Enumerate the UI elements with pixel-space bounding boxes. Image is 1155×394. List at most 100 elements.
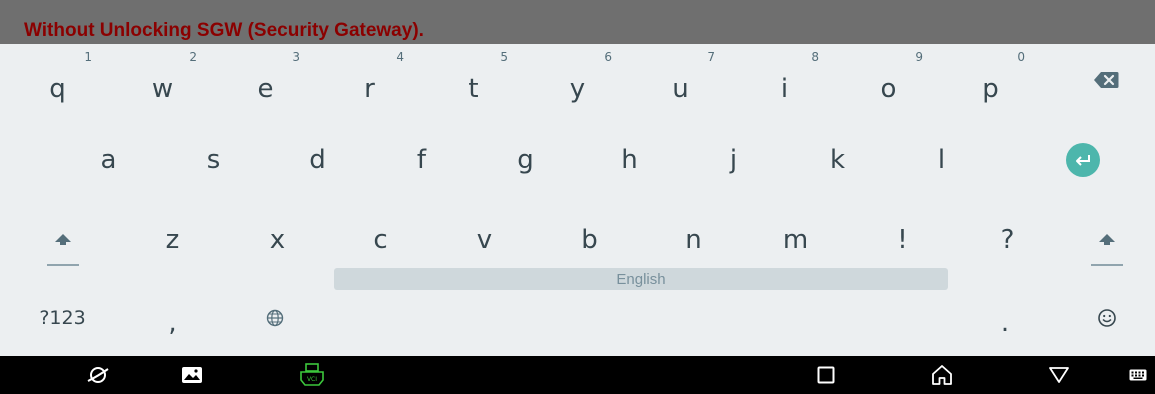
back-button[interactable] bbox=[1039, 356, 1079, 394]
key-r[interactable]: 4r bbox=[317, 44, 422, 120]
keyboard-switch-button[interactable] bbox=[1123, 356, 1153, 394]
key-label: k bbox=[829, 145, 846, 175]
key-label: v bbox=[476, 225, 493, 255]
key-k[interactable]: k bbox=[785, 120, 890, 200]
key-label: t bbox=[468, 74, 479, 104]
key-label: n bbox=[685, 225, 702, 255]
key-a[interactable]: a bbox=[56, 120, 161, 200]
key-u[interactable]: 7u bbox=[628, 44, 733, 120]
gallery-button[interactable] bbox=[172, 356, 212, 394]
key-hint: 4 bbox=[396, 50, 404, 64]
vci-label: VCI bbox=[307, 376, 317, 383]
vci-button[interactable]: VCI bbox=[292, 356, 332, 394]
key-label: m bbox=[782, 225, 809, 255]
key-e[interactable]: 3e bbox=[213, 44, 318, 120]
key-hint: 0 bbox=[1017, 50, 1025, 64]
key-label: . bbox=[1000, 308, 1010, 338]
key-label: c bbox=[373, 225, 388, 255]
key-t[interactable]: 5t bbox=[421, 44, 526, 120]
key-label: i bbox=[780, 74, 789, 104]
key-question[interactable]: ? bbox=[955, 200, 1060, 280]
shift-indicator bbox=[1090, 264, 1123, 266]
banner-message: Without Unlocking SGW (Security Gateway)… bbox=[24, 20, 424, 41]
key-label: ! bbox=[897, 225, 908, 255]
key-hint: 9 bbox=[915, 50, 923, 64]
key-label: w bbox=[151, 74, 174, 104]
key-period[interactable]: . bbox=[955, 280, 1055, 356]
shift-indicator bbox=[46, 264, 79, 266]
key-label: ? bbox=[1000, 225, 1015, 255]
key-hint: 7 bbox=[707, 50, 715, 64]
key-label: a bbox=[100, 145, 117, 175]
key-hint: 5 bbox=[500, 50, 508, 64]
enter-icon bbox=[1065, 143, 1100, 177]
vci-icon: VCI bbox=[300, 363, 324, 386]
key-hint: 2 bbox=[189, 50, 197, 64]
key-label: p bbox=[982, 74, 999, 104]
key-o[interactable]: 9o bbox=[836, 44, 941, 120]
key-f[interactable]: f bbox=[369, 120, 474, 200]
key-h[interactable]: h bbox=[577, 120, 682, 200]
recent-apps-icon bbox=[817, 366, 835, 384]
emoji-key[interactable] bbox=[1058, 280, 1155, 356]
key-label: g bbox=[517, 145, 534, 175]
key-label: x bbox=[269, 225, 286, 255]
key-label: l bbox=[937, 145, 946, 175]
key-label: q bbox=[49, 74, 66, 104]
key-hint: 6 bbox=[604, 50, 612, 64]
language-key[interactable] bbox=[225, 280, 325, 356]
key-comma[interactable]: , bbox=[120, 280, 225, 356]
key-p[interactable]: 0p bbox=[938, 44, 1043, 120]
key-z[interactable]: z bbox=[120, 200, 225, 280]
home-button[interactable] bbox=[922, 356, 962, 394]
key-label: u bbox=[672, 74, 689, 104]
recent-apps-button[interactable] bbox=[806, 356, 846, 394]
gallery-icon bbox=[182, 367, 202, 383]
key-hint: 8 bbox=[811, 50, 819, 64]
enter-key[interactable] bbox=[1030, 120, 1135, 200]
browser-button[interactable] bbox=[78, 356, 118, 394]
key-w[interactable]: 2w bbox=[110, 44, 215, 120]
key-label: , bbox=[168, 308, 177, 338]
symbols-key[interactable]: ?123 bbox=[10, 280, 115, 356]
key-j[interactable]: j bbox=[681, 120, 786, 200]
key-hint: 1 bbox=[84, 50, 92, 64]
backspace-key[interactable] bbox=[1058, 44, 1153, 120]
browser-icon bbox=[87, 367, 109, 383]
key-label: r bbox=[364, 74, 375, 104]
key-s[interactable]: s bbox=[161, 120, 266, 200]
key-label: j bbox=[729, 145, 738, 175]
key-g[interactable]: g bbox=[473, 120, 578, 200]
back-icon bbox=[1049, 367, 1069, 383]
shift-icon bbox=[1098, 234, 1115, 245]
space-bar[interactable]: English bbox=[334, 268, 948, 290]
keyboard-icon bbox=[1129, 369, 1147, 381]
key-label: z bbox=[165, 225, 180, 255]
top-banner: Without Unlocking SGW (Security Gateway)… bbox=[0, 0, 1155, 44]
key-label: s bbox=[206, 145, 221, 175]
key-i[interactable]: 8i bbox=[732, 44, 837, 120]
key-label: d bbox=[309, 145, 326, 175]
key-d[interactable]: d bbox=[265, 120, 370, 200]
system-navigation-bar: VCI bbox=[0, 356, 1155, 394]
key-hint: 3 bbox=[292, 50, 300, 64]
shift-key-left[interactable] bbox=[10, 200, 115, 280]
key-x[interactable]: x bbox=[225, 200, 330, 280]
key-y[interactable]: 6y bbox=[525, 44, 630, 120]
key-label: e bbox=[257, 74, 274, 104]
home-icon bbox=[932, 365, 952, 385]
globe-icon bbox=[266, 309, 284, 327]
soft-keyboard: 1q 2w 3e 4r 5t 6y 7u 8i 9o 0p a s d f g … bbox=[0, 44, 1155, 356]
shift-icon bbox=[54, 234, 71, 245]
key-label: b bbox=[581, 225, 598, 255]
key-q[interactable]: 1q bbox=[5, 44, 110, 120]
key-label: f bbox=[416, 145, 427, 175]
key-label: o bbox=[880, 74, 897, 104]
symbols-label: ?123 bbox=[39, 307, 86, 329]
key-label: y bbox=[569, 74, 586, 104]
key-l[interactable]: l bbox=[889, 120, 994, 200]
key-label: h bbox=[621, 145, 638, 175]
shift-key-right[interactable] bbox=[1058, 200, 1155, 280]
backspace-icon bbox=[1093, 71, 1119, 93]
emoji-icon bbox=[1097, 309, 1116, 327]
